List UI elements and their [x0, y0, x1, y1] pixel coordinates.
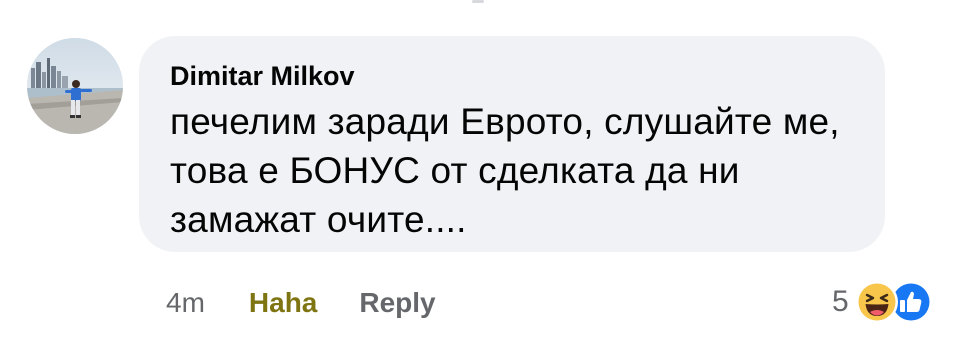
haha-emoji-icon — [855, 281, 898, 323]
reaction-icons — [855, 280, 933, 324]
haha-reaction-button[interactable]: Haha — [249, 283, 317, 323]
comment-text-line: това е БОНУС от сделката да ни — [170, 150, 740, 191]
avatar[interactable] — [27, 38, 123, 134]
reaction-summary[interactable]: 5 — [832, 280, 933, 324]
comment-actions: 4m Haha Reply — [166, 283, 436, 323]
thread-connector-line — [472, 0, 484, 3]
comment-author-name[interactable]: Dimitar Milkov — [170, 61, 853, 91]
comment-timestamp[interactable]: 4m — [166, 283, 205, 323]
comment-text-line: печелим заради Еврото, слушайте ме, — [170, 101, 840, 142]
reply-button[interactable]: Reply — [359, 283, 435, 323]
reaction-count: 5 — [832, 285, 849, 318]
comment-thread: Dimitar Milkov печелим заради Еврото, сл… — [0, 0, 960, 351]
comment-text-line: замажат очите.... — [170, 199, 467, 240]
avatar-photo — [27, 38, 123, 134]
comment-text: печелим заради Еврото, слушайте ме, това… — [170, 97, 853, 244]
comment-bubble: Dimitar Milkov печелим заради Еврото, сл… — [139, 36, 885, 252]
